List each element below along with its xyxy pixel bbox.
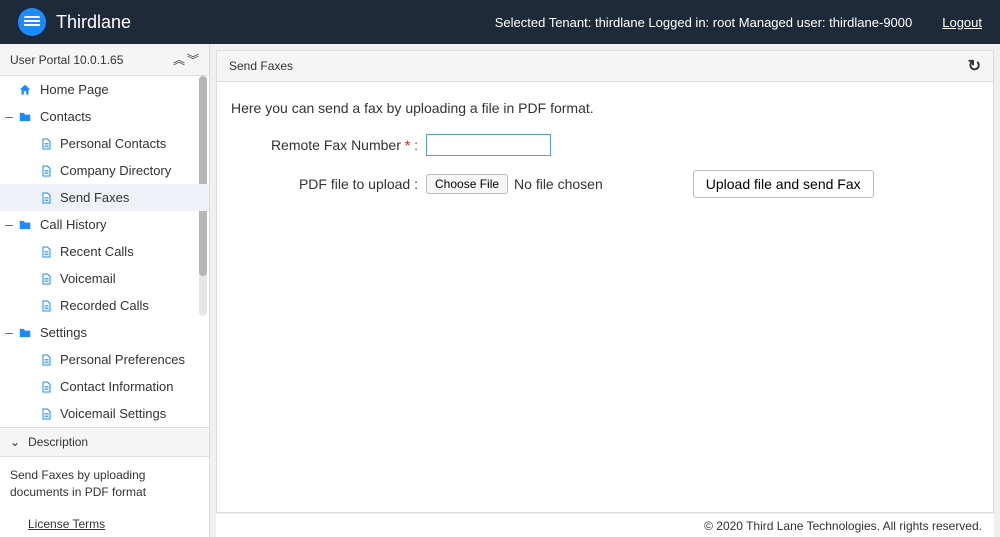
copyright-text: © 2020 Third Lane Technologies. All righ… [704, 519, 982, 533]
folder-icon [18, 325, 40, 341]
panel-body: Here you can send a fax by uploading a f… [216, 82, 994, 513]
description-header[interactable]: ⌄ Description [0, 427, 209, 457]
pdf-upload-label: PDF file to upload : [231, 176, 426, 192]
nav-item-label: Contact Information [60, 379, 173, 394]
nav-item-personal-preferences[interactable]: Personal Preferences [0, 346, 209, 373]
tenant-user-info: Selected Tenant: thirdlane Logged in: ro… [495, 15, 913, 30]
upload-send-button[interactable]: Upload file and send Fax [693, 170, 874, 198]
chevron-down-icon: ⌄ [10, 435, 20, 449]
sidebar-header: User Portal 10.0.1.65 ︽ ︾ [0, 44, 209, 76]
nav-item-settings[interactable]: Settings [0, 319, 209, 346]
remote-fax-label: Remote Fax Number * : [231, 137, 426, 153]
nav-item-recent-calls[interactable]: Recent Calls [0, 238, 209, 265]
nav-item-label: Voicemail [60, 271, 116, 286]
file-icon [40, 163, 60, 179]
nav-item-label: Personal Preferences [60, 352, 185, 367]
nav-item-label: Contacts [40, 109, 91, 124]
nav-item-company-directory[interactable]: Company Directory [0, 157, 209, 184]
sidebar: User Portal 10.0.1.65 ︽ ︾ Home Page – Cont… [0, 44, 210, 537]
footer: © 2020 Third Lane Technologies. All righ… [216, 513, 994, 537]
choose-file-button[interactable]: Choose File [426, 174, 508, 194]
description-title: Description [28, 435, 88, 449]
panel-title: Send Faxes [229, 59, 293, 73]
nav-item-label: Settings [40, 325, 87, 340]
license-link[interactable]: License Terms [0, 511, 209, 537]
refresh-icon[interactable]: ↻ [968, 56, 981, 76]
file-icon [40, 379, 60, 395]
logout-link[interactable]: Logout [942, 15, 982, 30]
nav-item-contact-information[interactable]: Contact Information [0, 373, 209, 400]
topbar: Thirdlane Selected Tenant: thirdlane Log… [0, 0, 1000, 44]
nav-item-label: Recorded Calls [60, 298, 149, 313]
file-icon [40, 298, 60, 314]
nav-item-voicemail[interactable]: Voicemail [0, 265, 209, 292]
collapse-all-icon[interactable]: ︽ [173, 51, 185, 68]
description-body: Send Faxes by uploading documents in PDF… [0, 457, 209, 511]
nav-item-personal-contacts[interactable]: Personal Contacts [0, 130, 209, 157]
expand-all-icon[interactable]: ︾ [187, 51, 199, 68]
nav-item-call-history[interactable]: Call History [0, 211, 209, 238]
home-icon [18, 82, 40, 98]
nav-item-send-faxes[interactable]: Send Faxes [0, 184, 209, 211]
file-icon [40, 406, 60, 422]
nav-item-voicemail-settings[interactable]: Voicemail Settings [0, 400, 209, 427]
file-icon [40, 352, 60, 368]
nav-item-recorded-calls[interactable]: Recorded Calls [0, 292, 209, 319]
tree-toggle[interactable]: – [4, 325, 14, 339]
nav-tree: Home Page – Contacts Personal Contacts Compa… [0, 76, 209, 427]
tree-toggle[interactable]: – [4, 109, 14, 123]
nav-item-label: Home Page [40, 82, 109, 97]
folder-icon [18, 217, 40, 233]
file-icon [40, 271, 60, 287]
nav-item-label: Personal Contacts [60, 136, 166, 151]
folder-icon [18, 109, 40, 125]
remote-fax-input[interactable] [426, 134, 551, 156]
logo-icon [18, 8, 46, 36]
file-icon [40, 136, 60, 152]
brand-name: Thirdlane [56, 12, 131, 33]
nav-item-label: Voicemail Settings [60, 406, 166, 421]
panel-header: Send Faxes ↻ [216, 50, 994, 82]
tree-toggle[interactable]: – [4, 217, 14, 231]
nav-item-label: Recent Calls [60, 244, 134, 259]
nav-item-label: Company Directory [60, 163, 171, 178]
nav-item-contacts[interactable]: Contacts [0, 103, 209, 130]
nav-item-home-page[interactable]: Home Page [0, 76, 209, 103]
intro-text: Here you can send a fax by uploading a f… [231, 100, 979, 116]
file-icon [40, 244, 60, 260]
sidebar-title: User Portal 10.0.1.65 [10, 53, 123, 67]
nav-item-label: Call History [40, 217, 106, 232]
file-icon [40, 190, 60, 206]
nav-item-label: Send Faxes [60, 190, 129, 205]
file-chosen-status: No file chosen [514, 176, 603, 192]
content: Send Faxes ↻ Here you can send a fax by … [210, 44, 1000, 537]
